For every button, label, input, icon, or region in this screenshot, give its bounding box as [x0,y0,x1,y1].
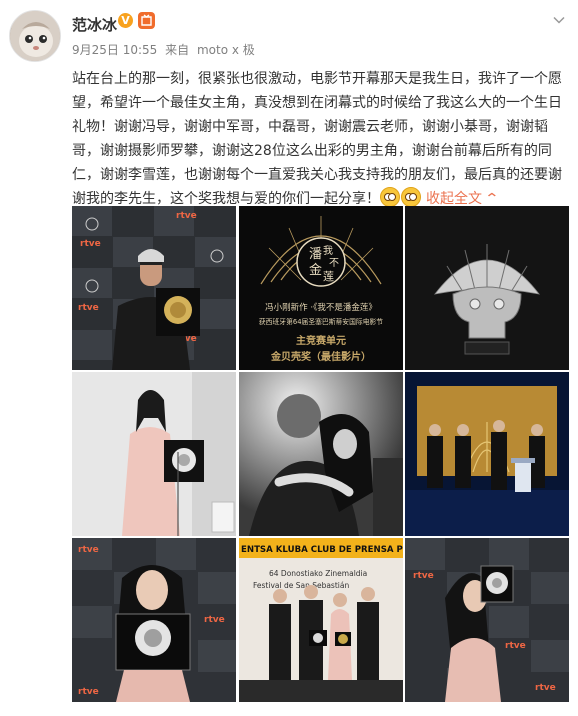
photo-tile[interactable]: rtve rtve rtve [72,538,236,702]
rtve-logo: rtve [80,239,101,249]
svg-text:rtve: rtve [204,615,225,625]
seal-char: 潘 [309,247,322,262]
super-topic-icon[interactable] [138,12,155,29]
collapse-link[interactable]: 收起全文 ⌃ [426,191,500,207]
seal-char: 莲 [323,270,334,283]
post-text: 站在台上的那一刻，很紧张也很激动，电影节开幕那天是我生日，我许了一个愿望，希望许… [72,67,567,211]
poster-line-1: 冯小刚新作 ·《我不是潘金莲》 [265,302,377,313]
trophy-tile[interactable] [405,206,569,370]
chevron-down-icon[interactable] [552,12,566,26]
svg-text:rtve: rtve [176,211,197,221]
emoji-icon [401,187,421,207]
svg-text:rtve: rtve [413,571,434,581]
vip-badge-icon[interactable]: V [118,13,133,28]
avatar[interactable] [9,10,61,62]
photo-tile[interactable]: rtve rtve rtve rtve [72,206,236,370]
image-grid: rtve rtve rtve rtve 潘 我 不 金 莲 冯小刚新作 ·《我不… [72,206,569,702]
photo-tile[interactable] [72,372,236,536]
post-date[interactable]: 9月25日 10:55 [72,43,157,57]
author-name[interactable]: 范冰冰 [72,14,117,35]
emoji-icon [380,187,400,207]
seal-char: 我 [323,245,333,257]
via-label: 来自 [165,43,190,57]
poster-tile[interactable]: 潘 我 不 金 莲 冯小刚新作 ·《我不是潘金莲》 获西班牙第64届圣塞巴斯蒂安… [238,206,403,370]
svg-text:rtve: rtve [78,545,99,555]
seal-char: 金 [309,262,322,278]
svg-text:rtve: rtve [505,641,526,651]
poster-line-4: 金贝壳奖（最佳影片） [270,350,371,363]
photo-tile[interactable]: ENTSA KLUBA CLUB DE PRENSA PRESS CL 64 D… [238,538,403,702]
photo-tile[interactable] [238,372,403,536]
poster-line-3: 主竞赛单元 [296,334,346,347]
svg-text:rtve: rtve [78,687,99,697]
collapse-label[interactable]: 收起全文 [426,191,482,207]
post-meta: 9月25日 10:55 来自 moto x 极 [72,41,259,58]
press-line: 64 Donostiako Zinemaldia [269,569,367,578]
photo-tile[interactable]: rtve rtve rtve [405,538,569,702]
photo-tile[interactable] [405,372,569,536]
post-source[interactable]: moto x 极 [197,43,255,57]
svg-text:rtve: rtve [535,683,556,693]
seal-char: 不 [329,258,339,269]
poster-line-2: 获西班牙第64届圣塞巴斯蒂安国际电影节 [258,317,382,326]
svg-text:rtve: rtve [78,303,99,313]
press-line-2: Festival de San Sebastián [253,581,349,590]
press-banner: ENTSA KLUBA CLUB DE PRENSA PRESS CL [241,545,403,555]
post-header: 范冰冰 V 9月25日 10:55 来自 moto x 极 [0,0,578,62]
